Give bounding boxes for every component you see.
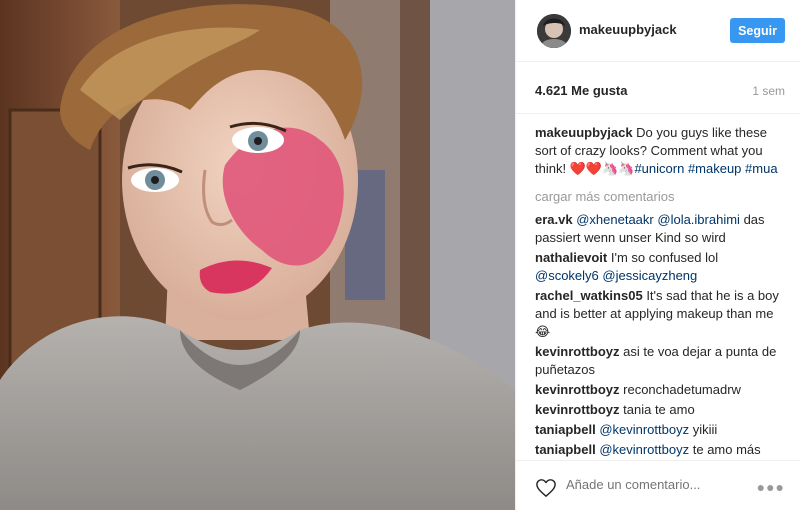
- avatar-image: [537, 14, 571, 48]
- post-header: makeuupbyjack Seguir: [516, 0, 800, 62]
- comment-text: te amo más: [692, 442, 761, 457]
- heart-icon[interactable]: [535, 478, 557, 498]
- comment-text: I'm so confused lol: [610, 250, 719, 265]
- load-more-comments-link[interactable]: cargar más comentarios: [535, 188, 785, 206]
- comment: kevinrottboyz tania te amo: [535, 401, 785, 419]
- comment-username[interactable]: taniapbell: [535, 422, 596, 437]
- comment: nathalievoit I'm so confused lol @scokel…: [535, 249, 785, 285]
- comment-username[interactable]: kevinrottboyz: [535, 382, 620, 397]
- caption-emojis: ❤️❤️🦄🦄: [569, 161, 635, 176]
- comment-text: reconchadetumadrw: [623, 382, 741, 397]
- avatar[interactable]: [537, 14, 571, 48]
- comment-mention[interactable]: @kevinrottboyz: [599, 442, 689, 457]
- hashtag-mua[interactable]: #mua: [745, 161, 778, 176]
- comment-text: tania te amo: [623, 402, 695, 417]
- comments-section: makeuupbyjack Do you guys like these sor…: [535, 124, 785, 461]
- comment-username[interactable]: nathalievoit: [535, 250, 607, 265]
- post-timestamp[interactable]: 1 sem: [752, 84, 785, 98]
- add-comment-bar: ●●●: [516, 460, 800, 510]
- comment-mention[interactable]: @jessicayzheng: [602, 268, 697, 283]
- post-sidebar: makeuupbyjack Seguir 4.621 Me gusta 1 se…: [515, 0, 800, 510]
- instagram-post: makeuupbyjack Seguir 4.621 Me gusta 1 se…: [0, 0, 800, 510]
- caption-username[interactable]: makeuupbyjack: [535, 125, 633, 140]
- post-photo[interactable]: [0, 0, 515, 510]
- hashtag-unicorn[interactable]: #unicorn: [634, 161, 684, 176]
- post-author-username[interactable]: makeuupbyjack: [579, 22, 677, 37]
- comment: taniapbell @kevinrottboyz te amo más: [535, 441, 785, 459]
- comment: era.vk @xhenetaakr @lola.ibrahimi das pa…: [535, 211, 785, 247]
- comment: kevinrottboyz asi te voa dejar a punta d…: [535, 343, 785, 379]
- hashtag-makeup[interactable]: #makeup: [688, 161, 741, 176]
- more-options-icon[interactable]: ●●●: [757, 479, 785, 495]
- comment-mention[interactable]: @lola.ibrahimi: [657, 212, 740, 227]
- comment: kevinrottboyz reconchadetumadrw: [535, 381, 785, 399]
- likes-row: 4.621 Me gusta 1 sem: [516, 62, 800, 114]
- likes-count[interactable]: 4.621 Me gusta: [535, 83, 628, 98]
- comment-mention[interactable]: @xhenetaakr: [576, 212, 654, 227]
- comment-mention[interactable]: @scokely6: [535, 268, 599, 283]
- caption: makeuupbyjack Do you guys like these sor…: [535, 124, 785, 178]
- comment-username[interactable]: kevinrottboyz: [535, 402, 620, 417]
- comment: taniapbell @kevinrottboyz yikiii: [535, 421, 785, 439]
- comment-text: yikiii: [692, 422, 718, 437]
- comment-username[interactable]: rachel_watkins05: [535, 288, 643, 303]
- comment: rachel_watkins05 It's sad that he is a b…: [535, 287, 785, 341]
- follow-button[interactable]: Seguir: [730, 18, 785, 43]
- comment-mention[interactable]: @kevinrottboyz: [599, 422, 689, 437]
- comment-username[interactable]: kevinrottboyz: [535, 344, 620, 359]
- photo-illustration: [0, 0, 515, 510]
- comment-username[interactable]: taniapbell: [535, 442, 596, 457]
- add-comment-input[interactable]: [566, 477, 726, 492]
- comment-username[interactable]: era.vk: [535, 212, 573, 227]
